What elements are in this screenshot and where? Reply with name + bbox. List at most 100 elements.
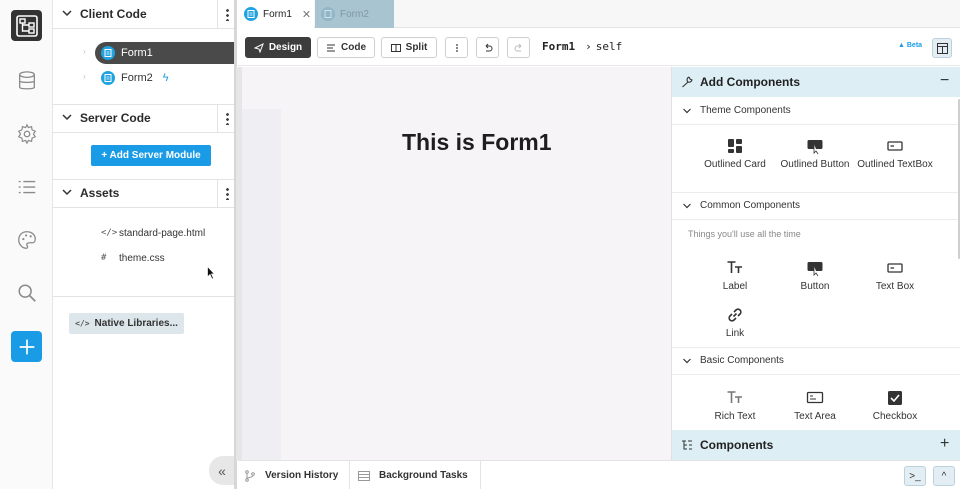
tree-icon [15,14,38,37]
tab-form2[interactable]: Form2 [315,0,394,28]
hash-icon: # [101,253,107,263]
chevron-right-icon[interactable]: › [83,72,86,81]
add-button[interactable] [11,331,42,362]
mouse-cursor-icon [207,266,215,280]
form-icon [321,7,335,21]
close-icon[interactable]: ✕ [302,8,311,21]
textbox-icon [887,141,903,151]
design-view-button[interactable]: Design [245,37,311,58]
category-theme-components[interactable]: Theme Components [672,97,960,125]
component-textbox[interactable]: Text Box [855,259,935,293]
redo-button[interactable] [507,37,530,58]
breadcrumb-self[interactable]: self [596,40,623,53]
component-rich-text[interactable]: Rich Text [695,389,775,423]
database-icon [18,70,35,89]
search-button[interactable] [11,277,42,308]
asset-item-html[interactable]: </> standard-page.html [101,224,205,242]
asset-item-css[interactable]: # theme.css [101,249,165,267]
component-label: Outlined Button [780,159,850,170]
add-server-module-button[interactable]: + Add Server Module [91,145,211,166]
asset-label: standard-page.html [119,227,206,239]
split-view-button[interactable]: Split [381,37,437,58]
undo-button[interactable] [476,37,499,58]
component-outlined-textbox[interactable]: Outlined TextBox [855,137,935,171]
background-tasks-tab[interactable]: Background Tasks [350,461,481,489]
app-browser-panel: Client Code Form1 Form2 ϟ › › Server Cod… [53,0,237,489]
terminal-button[interactable]: >_ [904,466,926,486]
expand-icon[interactable]: + [940,435,949,453]
link-icon [728,308,742,322]
app-tree-button[interactable] [11,10,42,41]
canvas-gutter [242,109,281,460]
rich-text-icon [727,391,742,403]
code-label: Code [341,42,366,53]
chevron-up-icon: ^ [941,470,947,482]
component-button[interactable]: Button [775,259,855,293]
collapse-panel-button[interactable]: « [209,456,235,485]
text-format-icon [727,261,742,273]
beta-badge[interactable]: ▲ Beta [898,42,922,49]
form-icon [101,46,115,60]
undo-icon [485,43,492,51]
lines-icon [327,44,335,51]
tree-item-form2[interactable]: Form2 ϟ [81,67,231,89]
version-history-label: Version History [265,470,339,481]
split-icon [390,43,401,52]
component-checkbox[interactable]: Checkbox [855,389,935,423]
component-label-text: Link [725,328,745,339]
category-title: Basic Components [700,355,784,366]
checkbox-icon [888,391,902,405]
code-view-button[interactable]: Code [317,37,375,58]
send-icon [253,42,264,53]
chevron-down-icon [62,189,72,196]
chevron-down-icon [683,203,691,209]
component-label-text: Label [722,281,748,292]
components-header[interactable]: Components + [672,430,960,460]
expand-panel-button[interactable]: ^ [933,466,955,486]
component-outlined-card[interactable]: Outlined Card [695,137,775,171]
palette-icon [17,230,36,249]
text-area-icon [806,391,824,404]
divider [53,132,236,133]
tree-item-form1[interactable]: Form1 [95,42,237,64]
form-heading[interactable]: This is Form1 [402,129,552,156]
native-libraries-label: Native Libraries... [94,318,178,329]
settings-button[interactable] [11,118,42,149]
category-basic-components[interactable]: Basic Components [672,347,960,375]
editor-tabs: Form1 ✕ Form2 [238,0,960,28]
terminal-icon: >_ [909,470,921,482]
toggle-layout-button[interactable] [932,38,952,58]
tree-item-label: Form2 [121,72,153,84]
kebab-icon [225,111,229,125]
collapse-icon[interactable]: − [940,72,949,90]
component-text-area[interactable]: Text Area [775,389,855,423]
chevron-down-icon [62,10,72,17]
component-link[interactable]: Link [695,306,775,340]
breadcrumb: Form1 › self [542,40,622,53]
plus-icon [19,339,34,354]
data-tables-button[interactable] [11,65,42,96]
more-options-button[interactable] [445,37,468,58]
client-code-header[interactable]: Client Code [53,0,236,28]
design-label: Design [268,42,303,53]
tab-form1[interactable]: Form1 ✕ [238,0,314,28]
assets-header[interactable]: Assets [53,179,236,207]
component-label[interactable]: Label [695,259,775,293]
breadcrumb-form[interactable]: Form1 [542,40,575,53]
kebab-icon [225,186,229,200]
theme-button[interactable] [11,224,42,255]
outline-button[interactable] [11,171,42,202]
asset-label: theme.css [119,252,165,264]
form-canvas[interactable]: This is Form1 [242,67,671,460]
category-common-components[interactable]: Common Components [672,192,960,220]
code-icon: </> [75,319,90,328]
chevron-right-icon[interactable]: › [83,47,86,56]
add-components-header[interactable]: Add Components − [672,67,960,97]
component-label-text: Text Area [794,411,836,422]
component-outlined-button[interactable]: Outlined Button [775,137,855,171]
version-history-tab[interactable]: Version History [238,461,350,489]
native-libraries-button[interactable]: </> Native Libraries... [69,313,184,334]
tab-label: Form2 [340,8,369,20]
server-code-header[interactable]: Server Code [53,104,236,132]
list-icon [18,180,35,193]
